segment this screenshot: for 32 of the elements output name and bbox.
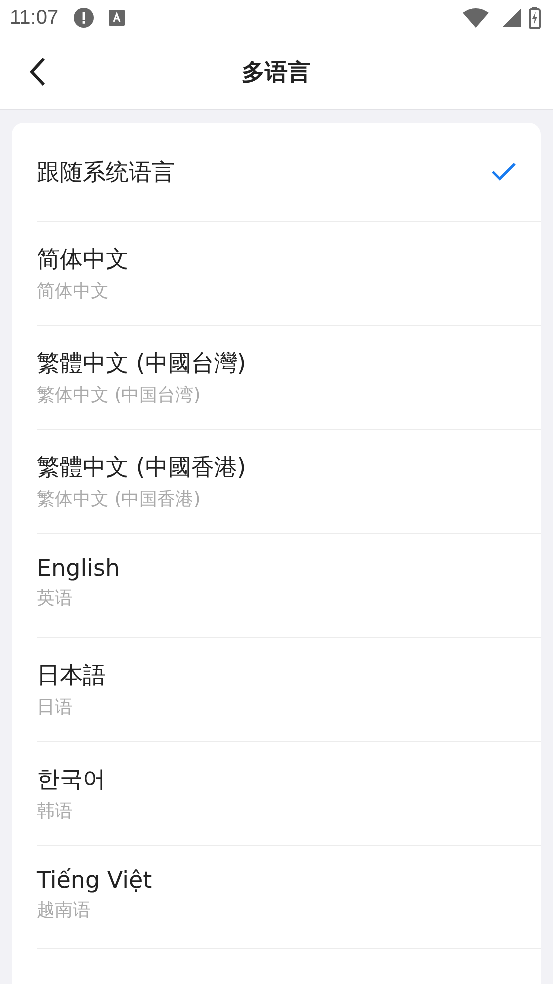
language-name: 繁體中文 (中國台灣) [37,350,248,379]
page-title: 多语言 [242,59,311,88]
language-option[interactable]: 跟随系统语言 [37,123,541,221]
language-name: 한국어 [37,766,107,795]
language-name: Tiếng Việt [37,868,154,894]
language-option[interactable]: Tiếng Việt 越南语 [37,845,541,949]
language-translation: 日语 [37,696,74,719]
signal-icon [503,9,521,27]
alert-icon [72,7,95,29]
language-translation: 英语 [37,587,74,610]
language-translation: 简体中文 [37,280,110,303]
language-name: 繁體中文 (中國香港) [37,454,248,483]
language-option[interactable]: 繁體中文 (中國台灣) 繁体中文 (中国台湾) [37,325,541,429]
language-option[interactable]: 繁體中文 (中國香港) 繁体中文 (中国香港) [37,429,541,533]
language-name: 跟随系统语言 [37,158,176,188]
language-translation: 繁体中文 (中国香港) [37,488,202,511]
keyboard-a-icon [108,10,125,26]
language-option[interactable]: 简体中文 简体中文 [37,221,541,325]
language-translation: 越南语 [37,899,92,922]
language-name: 日本語 [37,662,107,691]
language-option[interactable]: English 英语 [37,533,541,637]
back-button[interactable] [28,57,48,87]
status-time: 11:07 [10,6,59,30]
back-icon [28,57,48,87]
battery-icon [529,7,541,29]
language-name: 简体中文 [37,246,130,275]
language-translation: 韩语 [37,800,74,823]
language-translation: 繁体中文 (中国台湾) [37,384,202,407]
wifi-icon [463,8,489,28]
language-option[interactable]: 한국어 韩语 [37,741,541,845]
language-option[interactable]: 日本語 日语 [37,637,541,741]
language-name: English [37,556,122,582]
